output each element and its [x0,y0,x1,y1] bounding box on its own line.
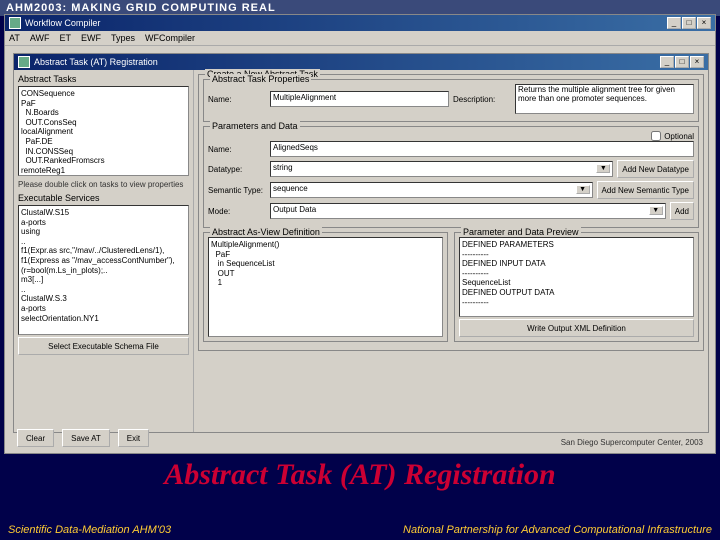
menu-awf[interactable]: AWF [30,33,50,43]
menu-types[interactable]: Types [111,33,135,43]
add-datatype-button[interactable]: Add New Datatype [617,160,694,178]
write-xml-button[interactable]: Write Output XML Definition [459,319,694,337]
desc-label: Description: [453,95,511,104]
credit-text: San Diego Supercomputer Center, 2003 [561,438,703,447]
abstract-tasks-list[interactable]: CONSequence PaF N.Boards OUT.ConsSeq loc… [18,86,189,176]
param-name-input[interactable]: AlignedSeqs [270,141,694,157]
name-input[interactable]: MultipleAlignment [270,91,449,107]
footer-right: National Partnership for Advanced Comput… [403,524,712,536]
desc-input[interactable]: Returns the multiple alignment tree for … [515,84,694,114]
dialog-maximize-button[interactable]: □ [675,56,689,68]
maximize-button[interactable]: □ [682,17,696,29]
preview-text: DEFINED PARAMETERS ---------- DEFINED IN… [459,237,694,317]
executable-services-label: Executable Services [18,193,189,203]
optional-checkbox[interactable] [651,131,661,141]
tasks-hint: Please double click on tasks to view pro… [18,180,189,189]
app-title: Workflow Compiler [25,18,100,28]
right-panel: Create a New Abstract Task Abstract Task… [194,70,708,432]
slide-footer: Scientific Data-Mediation AHM'03 Nationa… [0,524,720,536]
semtype-select[interactable]: sequence [270,182,593,198]
dialog-icon [18,56,30,68]
menu-ewf[interactable]: EWF [81,33,101,43]
select-schema-button[interactable]: Select Executable Schema File [18,337,189,355]
dialog-minimize-button[interactable]: _ [660,56,674,68]
close-button[interactable]: × [697,17,711,29]
minimize-button[interactable]: _ [667,17,681,29]
dialog-titlebar: Abstract Task (AT) Registration _ □ × [14,54,708,70]
footer-buttons: Clear Save AT Exit [17,429,149,447]
optional-label: Optional [664,132,694,141]
clear-button[interactable]: Clear [17,429,54,447]
app-icon [9,17,21,29]
exit-button[interactable]: Exit [118,429,149,447]
dialog-window: Abstract Task (AT) Registration _ □ × Ab… [13,53,709,433]
datatype-select[interactable]: string [270,161,613,177]
asview-text[interactable]: MultipleAlignment() PaF in SequenceList … [208,237,443,337]
app-titlebar: Workflow Compiler _ □ × [5,15,715,31]
add-semtype-button[interactable]: Add New Semantic Type [597,181,694,199]
menu-wfcompiler[interactable]: WFCompiler [145,33,195,43]
save-button[interactable]: Save AT [62,429,110,447]
menu-et[interactable]: ET [60,33,72,43]
footer-left: Scientific Data-Mediation AHM'03 [8,524,171,536]
add-button[interactable]: Add [670,202,694,220]
abstract-tasks-label: Abstract Tasks [18,74,189,84]
executable-services-list[interactable]: ClustalW.S15 a-ports using .. f1(Expr.as… [18,205,189,335]
dialog-title: Abstract Task (AT) Registration [34,57,158,67]
dialog-close-button[interactable]: × [690,56,704,68]
left-panel: Abstract Tasks CONSequence PaF N.Boards … [14,70,194,432]
semtype-label: Semantic Type: [208,186,266,195]
slide-title: Abstract Task (AT) Registration [0,458,720,492]
app-window: Workflow Compiler _ □ × AT AWF ET EWF Ty… [4,14,716,454]
name-label: Name: [208,95,266,104]
mode-select[interactable]: Output Data [270,203,666,219]
mode-label: Mode: [208,207,266,216]
new-task-group: Create a New Abstract Task Abstract Task… [198,74,704,351]
menubar: AT AWF ET EWF Types WFCompiler [5,31,715,46]
menu-at[interactable]: AT [9,33,20,43]
param-name-label: Name: [208,145,266,154]
datatype-label: Datatype: [208,165,266,174]
